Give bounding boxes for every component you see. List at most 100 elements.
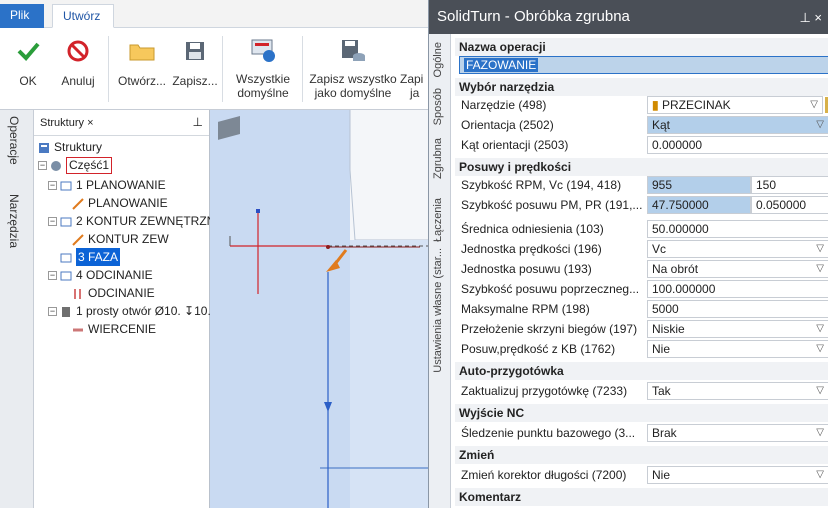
tab-operacje[interactable]: Operacje [7,116,21,165]
feed-pm-field[interactable]: 47.750000 [647,196,751,214]
open-button[interactable]: Otwórz... [114,36,170,88]
tree-item-part[interactable]: − Część1 [38,156,113,174]
prop-label: Zmień korektor długości (7200) [461,468,627,482]
tab-ogolne[interactable]: Ogólne [432,42,444,77]
vc-field[interactable]: 150 [751,176,828,194]
operation-icon [60,269,72,281]
collapse-icon[interactable]: − [48,306,57,316]
dialog-body: Nazwa operacji FAZOWANIE Wybór narzędzia… [451,34,828,508]
structure-tab[interactable]: Struktury × [40,117,94,129]
feed-from-kb-select[interactable]: Nie ▽ [647,340,828,358]
all-default-button[interactable]: Wszystkie domyślne [228,36,298,100]
save-all-default-button[interactable]: Zapisz wszystko jako domyślne [308,36,398,100]
toolpath-view [218,110,428,508]
prop-label: Szybkość posuwu PM, PR (191,... [461,198,643,212]
structure-icon [38,141,50,153]
prop-label: Narzędzie (498) [461,98,547,112]
section-change: Zmień [455,446,828,464]
tree-item-op1[interactable]: − 1 PLANOWANIE [48,176,166,194]
prop-label: Zaktualizuj przygotówkę (7233) [461,384,628,398]
operation-icon [60,215,72,227]
tree-item-hole[interactable]: − 1 prosty otwór Ø10. ↧10. [48,302,211,320]
max-rpm-field[interactable]: 5000 [647,300,828,318]
tree-item-toolpath[interactable]: ODCINANIE [72,284,155,302]
collapse-icon[interactable]: − [48,216,57,226]
rpm-field[interactable]: 955 [647,176,751,194]
cancel-button[interactable]: Anuluj [56,36,100,88]
tab-plik[interactable]: Plik [0,4,44,28]
section-auto-stock: Auto-przygotówka [455,362,828,380]
section-feeds: Posuwy i prędkości [455,158,828,176]
gear-ratio-select[interactable]: Niskie ▽ [647,320,828,338]
collapse-icon[interactable]: − [38,160,47,170]
tree-item-op3[interactable]: 3 FAZA [60,248,121,266]
cancel-icon [56,36,100,66]
part-icon [50,159,62,171]
tab-zgrubna[interactable]: Zgrubna [432,138,444,179]
feed-pr-field[interactable]: 0.050000 [751,196,828,214]
structure-panel: Struktury × ⊥ Struktury − Część1 − 1 PLA… [34,110,223,508]
hole-feature-icon [60,305,72,317]
base-point-tracking-select[interactable]: Brak ▽ [647,424,828,442]
ribbon-tab-bar: Plik Utwórz [0,0,428,28]
section-op-name: Nazwa operacji [455,38,828,56]
dialog-controls[interactable]: ⊥ × [799,10,822,26]
ribbon-separator [302,36,303,102]
tab-sposob[interactable]: Sposób [432,88,444,125]
tree-item-op4[interactable]: − 4 ODCINANIE [48,266,153,284]
tool-select[interactable]: ▮ PRZECINAK ▽ [647,96,823,114]
orientation-angle-field[interactable]: 0.000000 [647,136,828,154]
folder-icon [114,36,170,66]
operation-name-field[interactable]: FAZOWANIE [459,56,828,74]
collapse-icon[interactable]: − [48,180,57,190]
prop-label: Jednostka prędkości (196) [461,242,602,256]
prop-label: Szybkość posuwu poprzeczneg... [461,282,640,296]
tool-icon: ▮ [652,98,659,112]
prop-label: Kąt orientacji (2503) [461,138,569,152]
tree-item-toolpath[interactable]: WIERCENIE [72,320,156,338]
tree-item-toolpath[interactable]: PLANOWANIE [72,194,168,212]
chevron-down-icon: ▽ [816,263,824,274]
save-button[interactable]: Zapisz... [172,36,218,88]
chevron-down-icon: ▽ [816,119,824,130]
prop-label: Maksymalne RPM (198) [461,302,590,316]
dialog-title: SolidTurn - Obróbka zgrubna [429,0,828,34]
ribbon-separator [108,36,109,102]
close-icon[interactable]: × [87,117,93,129]
chevron-down-icon: ▽ [816,243,824,254]
cutoff-icon [72,287,84,299]
ref-diameter-field[interactable]: 50.000000 [647,220,828,238]
checkmark-icon [12,36,44,66]
feed-unit-select[interactable]: Na obrót ▽ [647,260,828,278]
prop-label: Średnica odniesienia (103) [461,222,604,236]
tree-item-op2[interactable]: − 2 KONTUR ZEWNĘTRZNY [48,212,223,230]
orientation-select[interactable]: Kąt ▽ [647,116,828,134]
chevron-down-icon: ▽ [816,343,824,354]
section-comment: Komentarz [455,488,828,506]
cross-feed-field[interactable]: 100.000000 [647,280,828,298]
ok-button[interactable]: OK [12,36,44,88]
chevron-down-icon: ▽ [816,323,824,334]
tab-ustawienia-wlasne[interactable]: Ustawienia własne (star... [432,248,444,373]
collapse-icon[interactable]: − [48,270,57,280]
section-tool: Wybór narzędzia [455,78,828,96]
tab-narzedzia[interactable]: Narzędzia [7,194,21,248]
save-default-button[interactable]: Zapi ja [400,36,428,100]
tree-item-toolpath[interactable]: KONTUR ZEW [72,230,169,248]
chevron-down-icon: ▽ [816,427,824,438]
prop-label: Posuw,prędkość z KB (1762) [461,342,616,356]
dialog-vertical-tabs: Ogólne Sposób Zgrubna Łączenia Ustawieni… [429,34,451,508]
graphics-viewport[interactable] [210,110,428,508]
pin-icon[interactable]: ⊥ [193,115,203,129]
update-stock-select[interactable]: Tak ▽ [647,382,828,400]
prop-label: Szybkość RPM, Vc (194, 418) [461,178,622,192]
tab-utworz[interactable]: Utwórz [52,4,114,28]
solidturn-dialog: SolidTurn - Obróbka zgrubna ⊥ × Ogólne S… [428,0,828,508]
speed-unit-select[interactable]: Vc ▽ [647,240,828,258]
tab-laczenia[interactable]: Łączenia [432,198,444,242]
prop-label: Przełożenie skrzyni biegów (197) [461,322,638,336]
drill-icon [72,323,84,335]
tree-root-structures[interactable]: Struktury [38,138,102,156]
section-nc-output: Wyjście NC [455,404,828,422]
length-offset-select[interactable]: Nie ▽ [647,466,828,484]
